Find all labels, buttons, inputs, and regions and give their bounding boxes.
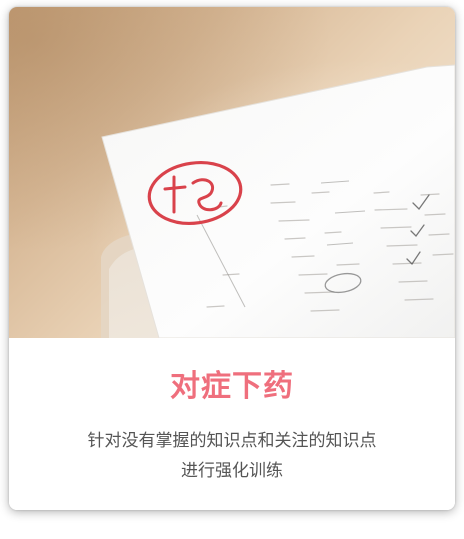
card-description-line2: 进行强化训练 (181, 461, 283, 481)
card-text-area: 对症下药 针对没有掌握的知识点和关注的知识点 进行强化训练 (9, 338, 455, 510)
graded-paper-photo (9, 7, 455, 338)
feature-card: 对症下药 针对没有掌握的知识点和关注的知识点 进行强化训练 (9, 7, 455, 510)
card-title: 对症下药 (170, 369, 294, 404)
page: 对症下药 针对没有掌握的知识点和关注的知识点 进行强化训练 (0, 0, 464, 539)
graded-paper-illustration (101, 64, 455, 338)
card-description-line1: 针对没有掌握的知识点和关注的知识点 (87, 431, 377, 451)
